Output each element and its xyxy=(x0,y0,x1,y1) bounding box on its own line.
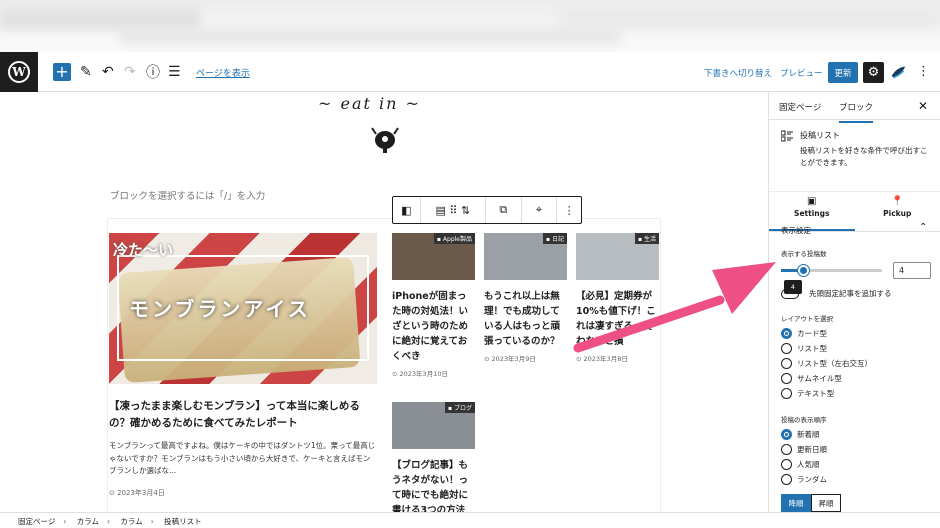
post-title[interactable]: 【必見】定期券が10%も値下げ！これは凄すぎる。使わないと損 xyxy=(576,289,659,349)
post-card[interactable]: ▪ 日記 もうこれ以上は無理！でも成功している人はもっと頑張っているのか？ ⊙ … xyxy=(484,233,567,363)
sticky-toggle-label: 先頭固定記事を追加する xyxy=(809,289,892,298)
block-type-icon[interactable]: ▤ ⠿ ⇅ xyxy=(421,197,486,223)
layout-radio[interactable] xyxy=(781,328,792,339)
slider-handle[interactable] xyxy=(798,265,810,276)
post-thumbnail-image: ▪ 日記 xyxy=(484,233,567,280)
sort-direction-toggle: 降順 昇順 xyxy=(781,494,841,512)
layout-radio[interactable] xyxy=(781,388,792,399)
layout-option-label: テキスト型 xyxy=(797,389,835,398)
breadcrumb-item[interactable]: カラム xyxy=(77,517,99,526)
settings-sidebar: 固定ページ ブロック ✕ 投稿リスト 投稿リストを好きな条件で呼び出すことができ… xyxy=(768,92,940,512)
post-card[interactable]: ▪ 生活 【必見】定期券が10%も値下げ！これは凄すぎる。使わないと損 ⊙ 20… xyxy=(576,233,659,363)
order-radio[interactable] xyxy=(781,474,792,485)
breadcrumb-item[interactable]: カラム xyxy=(120,517,142,526)
layout-label: レイアウトを選択 xyxy=(781,315,833,323)
post-thumbnail-image: ▪ ブログ xyxy=(392,402,475,449)
options-more-icon[interactable]: ⋮ xyxy=(917,64,930,79)
layout-option-label: リスト型（左右交互） xyxy=(797,359,872,368)
post-excerpt: モンブランって最高ですよね。僕はケーキの中ではダントツ1位。栗って最高じゃないで… xyxy=(109,441,376,475)
post-card[interactable]: ▪ Apple製品 iPhoneが固まった時の対処法！いざという時のために絶対に… xyxy=(392,233,475,378)
editor-canvas: ~ eat in ~ ブロックを選択するには「/」を入力 ◧ ▤ ⠿ ⇅ ⧉ ⌖… xyxy=(0,92,768,512)
swell-plugin-icon[interactable] xyxy=(890,64,907,81)
pin-icon: 📍 xyxy=(891,196,904,207)
view-page-link[interactable]: ページを表示 xyxy=(196,66,250,79)
thumb-caption-top: 冷た〜い xyxy=(113,241,174,259)
panel-title[interactable]: 表示設定 xyxy=(781,225,811,236)
desc-button[interactable]: 降順 xyxy=(781,494,811,512)
order-option-label: 更新日順 xyxy=(797,445,827,454)
post-thumbnail-image: ▪ 生活 xyxy=(576,233,659,280)
post-title[interactable]: もうこれ以上は無理！でも成功している人はもっと頑張っているのか？ xyxy=(484,289,567,349)
sidebar-tabs: 固定ページ ブロック ✕ xyxy=(769,92,940,123)
block-card: 投稿リスト 投稿リストを好きな条件で呼び出すことができます。 xyxy=(769,120,940,192)
post-title[interactable]: iPhoneが固まった時の対処法！いざという時のために絶対に覚えておくべき xyxy=(392,289,475,364)
settings-icon: ▣ xyxy=(807,196,817,207)
breadcrumb: 固定ページ › カラム › カラム › 投稿リスト xyxy=(0,512,940,528)
post-card-featured[interactable]: 冷た〜い モンブランアイス 【凍ったまま楽しむモンブラン】って本当に楽しめるの？… xyxy=(109,233,377,498)
block-title: 投稿リスト xyxy=(800,131,840,140)
post-date: ⊙ 2023年3月10日 xyxy=(392,370,448,378)
tab-page[interactable]: 固定ページ xyxy=(779,101,821,113)
post-title[interactable]: 【凍ったまま楽しむモンブラン】って本当に楽しめるの？確かめるために食べてみたレポ… xyxy=(109,398,377,432)
post-date: ⊙ 2023年3月9日 xyxy=(484,355,536,363)
settings-gear-icon[interactable]: ⚙ xyxy=(863,62,884,83)
post-list-icon xyxy=(781,130,793,142)
slider-tooltip: 4 xyxy=(784,280,802,294)
redo-icon[interactable]: ↷ xyxy=(124,63,136,81)
post-thumbnail-image: 冷た〜い モンブランアイス xyxy=(109,233,377,384)
layout-option-label: リスト型 xyxy=(797,344,827,353)
undo-icon[interactable]: ↶ xyxy=(102,63,114,81)
category-badge: ▪ Apple製品 xyxy=(433,233,475,244)
add-block-button[interactable]: + xyxy=(53,63,71,81)
layout-radio[interactable] xyxy=(781,373,792,384)
block-more-options-icon[interactable]: ⋮ xyxy=(557,197,581,223)
editor-top-toolbar: W + ✎ ↶ ↷ ⓘ ☰ ページを表示 下書きへ切り替え プレビュー 更新 ⚙… xyxy=(0,52,940,92)
count-label: 表示する投稿数 xyxy=(781,250,827,258)
post-title[interactable]: 【ブログ記事】もうネタがない！っ て時にでも絶対に書ける3つの方法 xyxy=(392,458,475,512)
breadcrumb-item[interactable]: 投稿リスト xyxy=(164,517,202,526)
marker-tool-icon[interactable]: ⌖ xyxy=(522,197,558,223)
order-radio[interactable] xyxy=(781,429,792,440)
category-badge: ▪ 日記 xyxy=(543,233,567,244)
pencil-tools-icon[interactable]: ✎ xyxy=(80,63,92,81)
order-radio[interactable] xyxy=(781,444,792,455)
count-slider[interactable] xyxy=(781,265,882,276)
category-badge: ▪ ブログ xyxy=(445,402,475,413)
thumb-caption-main: モンブランアイス xyxy=(129,297,311,321)
count-input[interactable]: 4 xyxy=(893,262,931,279)
details-info-icon[interactable]: ⓘ xyxy=(146,63,160,81)
order-radio[interactable] xyxy=(781,459,792,470)
post-card[interactable]: ▪ ブログ 【ブログ記事】もうネタがない！っ て時にでも絶対に書ける3つの方法 xyxy=(392,402,475,512)
block-description: 投稿リストを好きな条件で呼び出すことができます。 xyxy=(800,146,928,167)
wordpress-logo-button[interactable]: W xyxy=(0,52,38,92)
order-option-label: 人気順 xyxy=(797,460,820,469)
category-badge: ▪ 生活 xyxy=(635,233,659,244)
switch-to-draft-button[interactable]: 下書きへ切り替え xyxy=(704,67,772,79)
order-option-label: 新着順 xyxy=(797,430,820,439)
layout-radio[interactable] xyxy=(781,358,792,369)
order-label: 投稿の表示順序 xyxy=(781,416,827,424)
blurred-browser-area xyxy=(0,0,940,52)
wordpress-icon: W xyxy=(8,61,30,83)
dish-logo-icon xyxy=(371,127,399,153)
post-thumbnail-image: ▪ Apple製品 xyxy=(392,233,475,280)
layout-radio[interactable] xyxy=(781,343,792,354)
update-button[interactable]: 更新 xyxy=(828,62,858,83)
post-list-style-icon[interactable]: ⧉ xyxy=(486,197,522,223)
order-option-label: ランダム xyxy=(797,475,827,484)
layout-option-label: カード型 xyxy=(797,329,827,338)
close-icon[interactable]: ✕ xyxy=(918,99,928,113)
parent-block-icon[interactable]: ◧ xyxy=(393,197,421,223)
block-toolbar: ◧ ▤ ⠿ ⇅ ⧉ ⌖ ⋮ xyxy=(392,196,582,224)
chevron-up-icon[interactable]: ⌃ xyxy=(919,222,927,233)
post-date: ⊙ 2023年3月8日 xyxy=(576,355,628,363)
asc-button[interactable]: 昇順 xyxy=(811,494,841,512)
site-logo-text: ~ eat in ~ xyxy=(318,94,421,113)
preview-button[interactable]: プレビュー xyxy=(780,67,823,79)
breadcrumb-item[interactable]: 固定ページ xyxy=(18,517,55,526)
post-date: ⊙ 2023年3月4日 xyxy=(109,488,165,497)
layout-option-label: サムネイル型 xyxy=(797,374,842,383)
block-placeholder[interactable]: ブロックを選択するには「/」を入力 xyxy=(110,188,265,202)
list-view-icon[interactable]: ☰ xyxy=(168,63,181,81)
